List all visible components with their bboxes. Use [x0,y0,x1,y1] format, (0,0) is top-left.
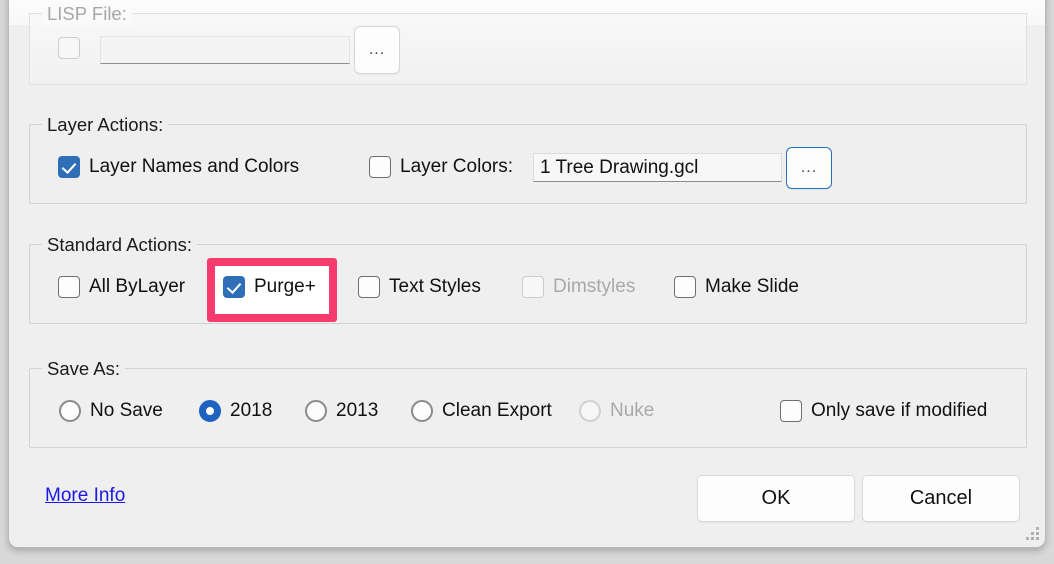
radio-clean-export-label: Clean Export [442,400,552,421]
radio-2018-label: 2018 [230,400,273,421]
checkbox-make-slide-label: Make Slide [705,276,799,297]
checkbox-all-bylayer[interactable]: All ByLayer [58,276,185,298]
lisp-file-path-input[interactable] [100,36,350,64]
ok-button[interactable]: OK [697,475,855,522]
checkbox-text-styles[interactable]: Text Styles [358,276,481,298]
checkbox-make-slide[interactable]: Make Slide [674,276,799,298]
radio-circle-icon [579,400,601,422]
radio-no-save-label: No Save [90,400,163,421]
checkbox-purge-plus[interactable]: Purge+ [223,276,316,298]
layer-color-file-input[interactable]: 1 Tree Drawing.gcl [533,153,782,182]
radio-2018[interactable]: 2018 [199,400,272,422]
radio-nuke-label: Nuke [610,400,655,421]
checkbox-dimstyles-label: Dimstyles [553,276,636,297]
checkbox-box-icon [780,400,802,422]
checkbox-box-icon [58,156,80,178]
group-layer-actions: Layer Actions: Layer Names and Colors La… [29,113,1027,204]
dialog-client-area: LISP File: ... Layer Actions: Layer Name… [9,2,1045,547]
checkbox-box-icon [522,276,544,298]
resize-grip[interactable] [1025,527,1039,541]
checkbox-only-save-if-modified-label: Only save if modified [811,400,988,421]
checkbox-layer-colors-label: Layer Colors: [400,156,513,177]
radio-clean-export[interactable]: Clean Export [411,400,552,422]
more-info-link[interactable]: More Info [45,485,125,507]
checkbox-box-icon [223,276,245,298]
radio-nuke[interactable]: Nuke [579,400,654,422]
group-layer-actions-label: Layer Actions: [42,113,169,137]
group-lisp-file-label: LISP File: [42,2,132,26]
checkbox-box-icon [674,276,696,298]
group-standard-actions: Standard Actions: All ByLayer Purge+ Tex… [29,233,1027,324]
dialog-window: LISP File: ... Layer Actions: Layer Name… [8,0,1046,548]
layer-color-file-browse-button[interactable]: ... [786,147,832,189]
group-standard-actions-label: Standard Actions: [42,233,198,257]
checkbox-purge-plus-label: Purge+ [254,276,316,297]
checkbox-all-bylayer-label: All ByLayer [89,276,186,297]
checkbox-only-save-if-modified[interactable]: Only save if modified [780,400,987,422]
checkbox-layer-names-and-colors[interactable]: Layer Names and Colors [58,156,299,178]
group-save-as-label: Save As: [42,357,126,381]
radio-no-save[interactable]: No Save [59,400,163,422]
checkbox-layer-colors[interactable]: Layer Colors: [369,156,513,178]
radio-circle-icon [199,400,221,422]
lisp-file-browse-button[interactable]: ... [354,26,400,74]
radio-circle-icon [59,400,81,422]
cancel-button[interactable]: Cancel [862,475,1020,522]
radio-circle-icon [305,400,327,422]
checkbox-box-icon [369,156,391,178]
checkbox-box-icon [58,37,80,59]
group-save-as: Save As: No Save 2018 2013 Clean Export … [29,357,1027,448]
radio-2013-label: 2013 [336,400,379,421]
group-lisp-file: LISP File: ... [29,2,1027,85]
checkbox-text-styles-label: Text Styles [389,276,481,297]
checkbox-dimstyles[interactable]: Dimstyles [522,276,635,298]
checkbox-box-icon [358,276,380,298]
radio-circle-icon [411,400,433,422]
checkbox-lisp-file[interactable] [58,37,89,59]
checkbox-box-icon [58,276,80,298]
checkbox-layer-names-and-colors-label: Layer Names and Colors [89,156,300,177]
radio-2013[interactable]: 2013 [305,400,378,422]
